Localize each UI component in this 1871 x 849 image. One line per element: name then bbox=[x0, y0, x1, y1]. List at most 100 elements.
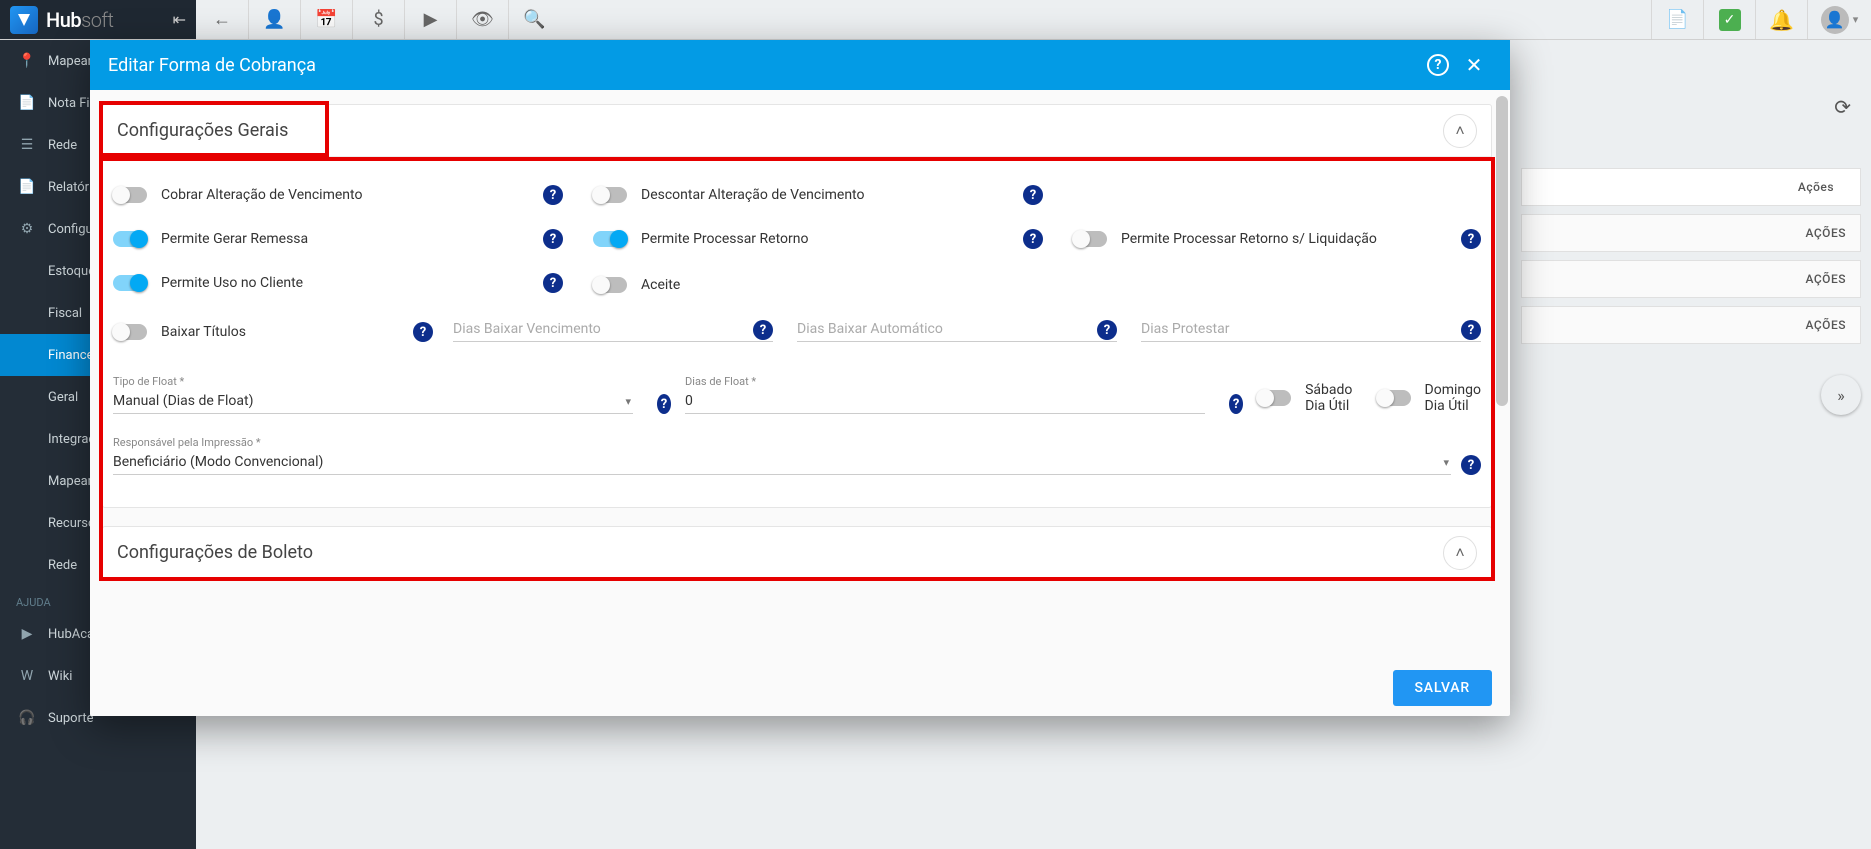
field-label: Dias de Float * bbox=[685, 375, 756, 388]
toggle-label: Aceite bbox=[641, 277, 680, 293]
select-responsavel-impressao[interactable] bbox=[113, 450, 1451, 475]
input-dias-protestar[interactable] bbox=[1141, 317, 1481, 342]
pdf-icon: 📄 bbox=[1666, 9, 1688, 30]
calendar-button[interactable]: 📅 bbox=[300, 0, 352, 39]
acoes-header-2[interactable]: AÇÕES bbox=[1521, 260, 1861, 298]
modal-title: Editar Forma de Cobrança bbox=[108, 55, 316, 76]
toggle-permite-uso-cliente[interactable] bbox=[113, 275, 147, 291]
money-button[interactable]: $ bbox=[352, 0, 404, 39]
back-button[interactable]: ← bbox=[196, 0, 248, 39]
expand-fab[interactable]: » bbox=[1821, 375, 1861, 415]
status-ok-button[interactable]: ✓ bbox=[1703, 0, 1755, 39]
toggle-aceite[interactable] bbox=[593, 277, 627, 293]
field-label: Responsável pela Impressão * bbox=[113, 436, 261, 449]
toggle-label: Descontar Alteração de Vencimento bbox=[641, 187, 864, 203]
help-icon[interactable]: ? bbox=[753, 320, 773, 340]
acoes-header-small: Ações bbox=[1521, 168, 1861, 206]
card-title: Configurações de Boleto bbox=[117, 542, 313, 563]
visibility-button[interactable]: 👁 bbox=[456, 0, 508, 39]
toggle-label: Permite Gerar Remessa bbox=[161, 231, 308, 247]
input-dias-baixar-automatico[interactable] bbox=[797, 317, 1117, 342]
sidebar-collapse-icon[interactable]: ⇤ bbox=[173, 10, 186, 29]
help-icon[interactable]: ? bbox=[1097, 320, 1117, 340]
help-icon[interactable]: ? bbox=[657, 394, 671, 414]
pin-icon: 📍 bbox=[16, 53, 38, 69]
help-icon[interactable]: ? bbox=[1229, 394, 1243, 414]
card-header-config-gerais[interactable]: Configurações Gerais ˄ bbox=[103, 105, 1491, 157]
toggle-permite-remessa[interactable] bbox=[113, 231, 147, 247]
toggle-permite-retorno[interactable] bbox=[593, 231, 627, 247]
close-button[interactable]: ✕ bbox=[1456, 47, 1492, 83]
toggle-domingo-util[interactable] bbox=[1377, 390, 1411, 406]
field-label: Tipo de Float * bbox=[113, 375, 184, 388]
headset-icon: 🎧 bbox=[16, 710, 38, 726]
help-icon[interactable]: ? bbox=[543, 273, 563, 293]
toggle-label: Permite Processar Retorno s/ Liquidação bbox=[1121, 231, 1377, 247]
toggle-cobrar-alteracao[interactable] bbox=[113, 187, 147, 203]
help-icon[interactable]: ? bbox=[1461, 455, 1481, 475]
toggle-label: Cobrar Alteração de Vencimento bbox=[161, 187, 362, 203]
help-icon[interactable]: ? bbox=[1461, 320, 1481, 340]
logo-icon bbox=[10, 6, 38, 34]
toggle-permite-retorno-sliq[interactable] bbox=[1073, 231, 1107, 247]
toggle-label: Permite Uso no Cliente bbox=[161, 275, 303, 291]
collapse-button[interactable]: ˄ bbox=[1443, 114, 1477, 148]
help-icon[interactable]: ? bbox=[543, 229, 563, 249]
modal-header: Editar Forma de Cobrança ? ✕ bbox=[90, 40, 1510, 90]
card-title: Configurações Gerais bbox=[117, 120, 288, 141]
collapse-button[interactable]: ˄ bbox=[1443, 536, 1477, 570]
play-button[interactable]: ▶ bbox=[404, 0, 456, 39]
select-tipo-float[interactable] bbox=[113, 389, 633, 414]
input-dias-float[interactable] bbox=[685, 389, 1205, 414]
input-dias-baixar-vencimento[interactable] bbox=[453, 317, 773, 342]
help-icon[interactable]: ? bbox=[1461, 229, 1481, 249]
toolbar-right: 📄 ✓ 🔔 👤▾ bbox=[1651, 0, 1871, 39]
pdf-button[interactable]: 📄 bbox=[1651, 0, 1703, 39]
scrollbar-thumb[interactable] bbox=[1496, 96, 1508, 406]
help-icon[interactable]: ? bbox=[1023, 185, 1043, 205]
refresh-button[interactable]: ⟳ bbox=[1834, 95, 1851, 119]
help-icon[interactable]: ? bbox=[543, 185, 563, 205]
play-icon: ▶ bbox=[16, 626, 38, 642]
toggle-sabado-util[interactable] bbox=[1257, 390, 1291, 406]
card-config-boleto: Configurações de Boleto ˄ bbox=[102, 526, 1492, 580]
gear-icon: ⚙ bbox=[16, 221, 38, 237]
modal-footer: SALVAR bbox=[90, 660, 1510, 716]
help-button[interactable]: ? bbox=[1420, 47, 1456, 83]
sidebar-item-label: Fiscal bbox=[48, 306, 82, 321]
sidebar-item-label: Wiki bbox=[48, 669, 72, 684]
sidebar-item-label: Rede bbox=[48, 558, 77, 573]
toggle-label: Domingo Dia Útil bbox=[1425, 382, 1481, 414]
card-body-config-gerais: Cobrar Alteração de Vencimento ? Descont… bbox=[103, 157, 1491, 507]
card-header-config-boleto[interactable]: Configurações de Boleto ˄ bbox=[103, 527, 1491, 579]
user-button[interactable]: 👤 bbox=[248, 0, 300, 39]
sidebar-item-label: Rede bbox=[48, 138, 77, 153]
bell-icon: 🔔 bbox=[1769, 8, 1794, 32]
notifications-button[interactable]: 🔔 bbox=[1755, 0, 1807, 39]
chevron-down-icon: ▾ bbox=[1853, 13, 1859, 26]
sidebar-item-label: Estoque bbox=[48, 264, 95, 279]
acoes-header-3[interactable]: AÇÕES bbox=[1521, 306, 1861, 344]
toggle-baixar-titulos[interactable] bbox=[113, 324, 147, 340]
brand-name: Hubsoft bbox=[46, 8, 113, 32]
help-icon[interactable]: ? bbox=[1023, 229, 1043, 249]
acoes-header-1[interactable]: AÇÕES bbox=[1521, 214, 1861, 252]
chevron-down-icon: ▾ bbox=[625, 395, 631, 408]
wiki-icon: W bbox=[16, 668, 38, 684]
toggle-label: Permite Processar Retorno bbox=[641, 231, 808, 247]
account-menu[interactable]: 👤▾ bbox=[1807, 0, 1871, 39]
chevron-down-icon: ▾ bbox=[1443, 456, 1449, 469]
sidebar-item-label: Suporte bbox=[48, 711, 93, 726]
chevron-up-icon: ˄ bbox=[1455, 543, 1464, 563]
search-button[interactable]: 🔍 bbox=[508, 0, 560, 39]
modal-editar-forma-cobranca: Editar Forma de Cobrança ? ✕ Configuraçõ… bbox=[90, 40, 1510, 716]
check-icon: ✓ bbox=[1719, 9, 1741, 31]
help-icon[interactable]: ? bbox=[413, 322, 433, 342]
toggle-label: Sábado Dia Útil bbox=[1305, 382, 1362, 414]
help-icon: ? bbox=[1427, 54, 1449, 76]
top-bar: Hubsoft ⇤ ← 👤 📅 $ ▶ 👁 🔍 📄 ✓ 🔔 👤▾ bbox=[0, 0, 1871, 40]
save-button[interactable]: SALVAR bbox=[1393, 670, 1492, 706]
toggle-label: Baixar Títulos bbox=[161, 324, 246, 340]
toggle-descontar-alteracao[interactable] bbox=[593, 187, 627, 203]
close-icon: ✕ bbox=[1466, 53, 1483, 77]
